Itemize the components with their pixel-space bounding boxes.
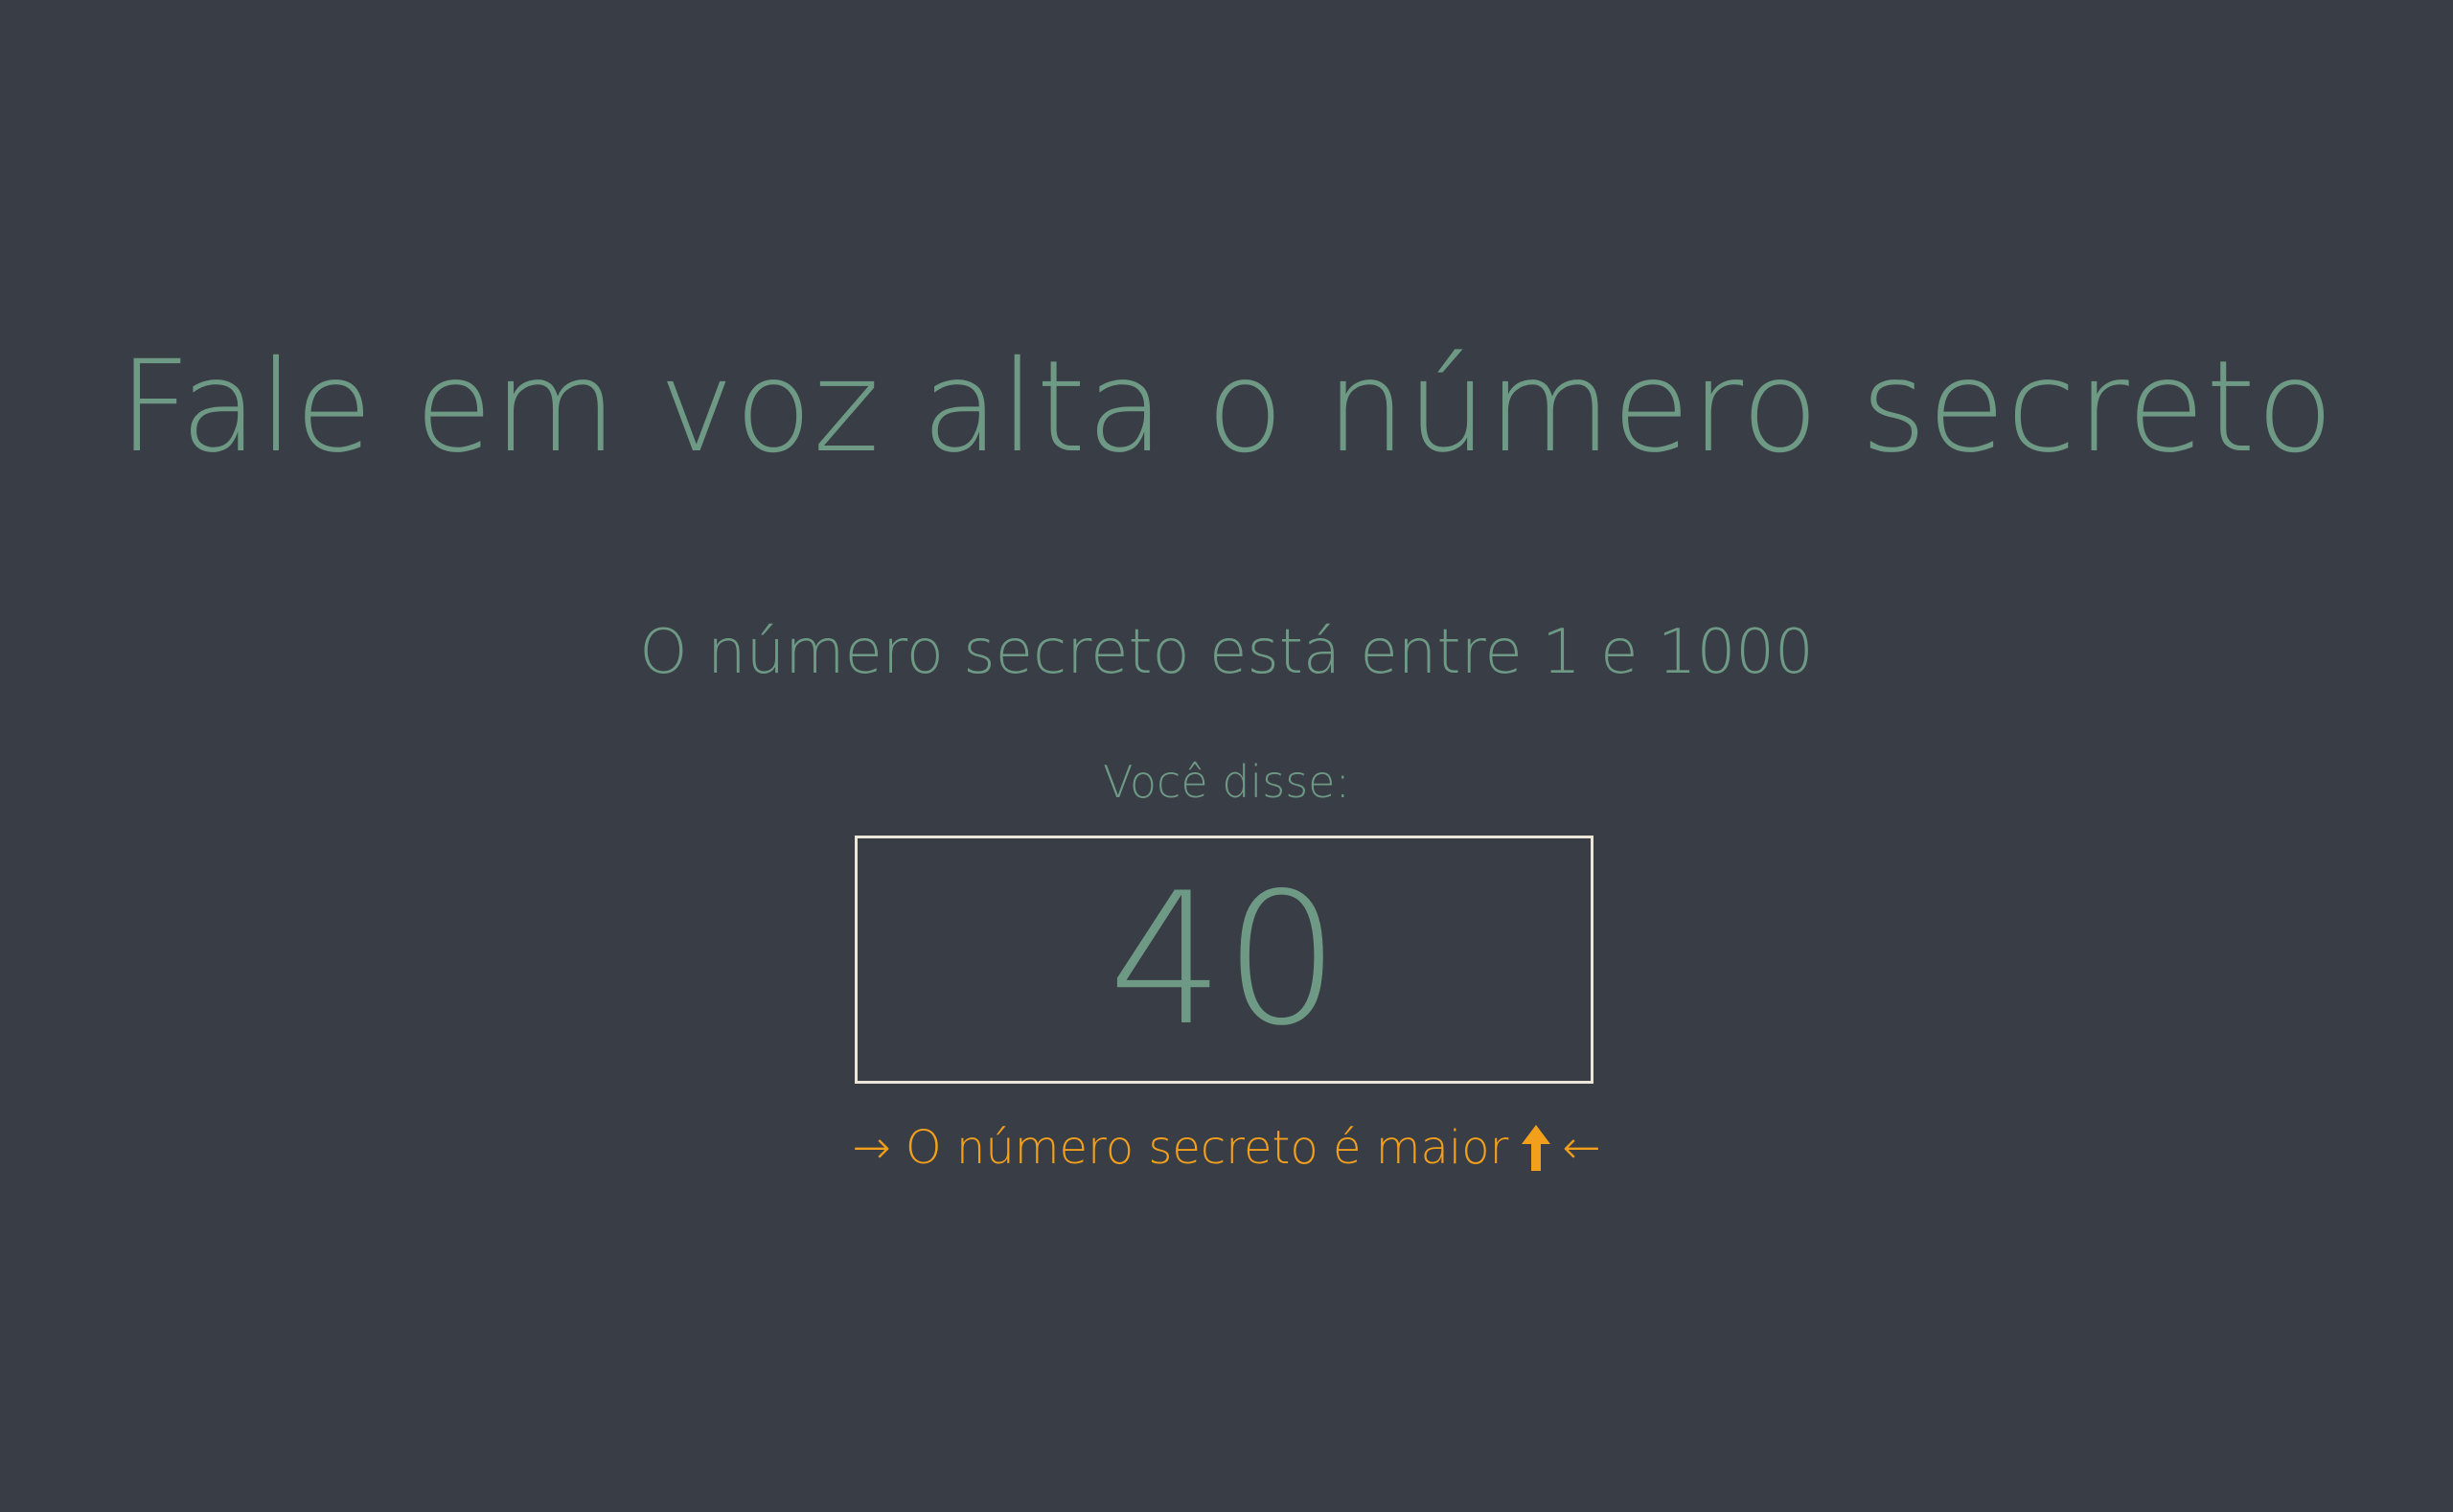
up-arrow-icon: [1522, 1125, 1551, 1171]
page-title: Fale em voz alta o número secreto: [118, 333, 2335, 481]
hint-right-arrow: ←: [1562, 1121, 1601, 1175]
said-label: Você disse:: [1103, 756, 1350, 808]
hint-left-arrow: →: [852, 1121, 891, 1175]
game-page: Fale em voz alta o número secreto O núme…: [0, 0, 2453, 1512]
hint-text: O número secreto é maior: [905, 1121, 1509, 1175]
guess-value: 40: [1108, 853, 1341, 1065]
guess-box: 40: [855, 836, 1593, 1084]
hint-message: → O número secreto é maior ←: [0, 1111, 2453, 1181]
range-info: O número secreto está entre 1 e 1000: [639, 617, 1814, 688]
